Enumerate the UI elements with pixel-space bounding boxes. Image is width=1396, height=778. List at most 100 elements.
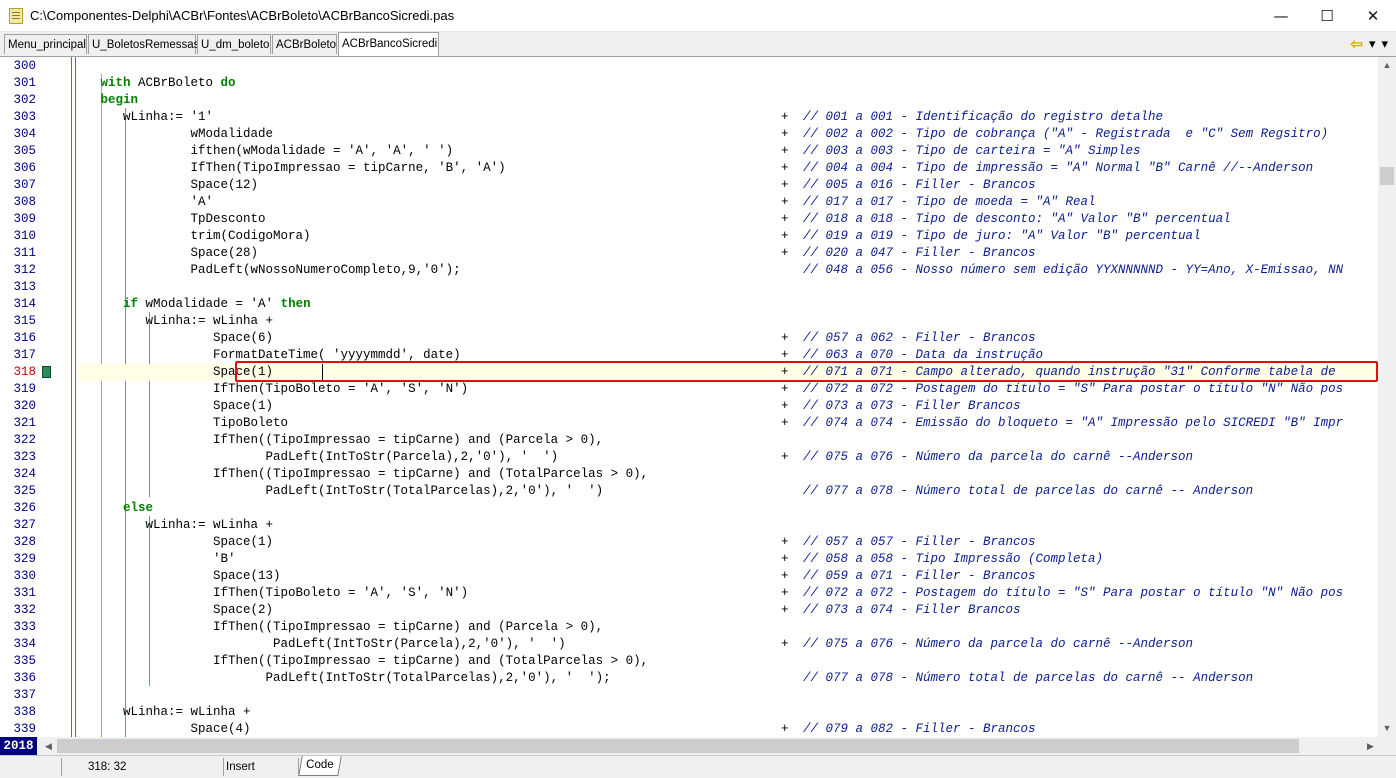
code-line[interactable]: else (78, 500, 1378, 517)
code-line[interactable] (78, 687, 1378, 704)
tab-menu-principal[interactable]: Menu_principal (4, 34, 87, 54)
line-number: 339 (13, 722, 36, 736)
code-line[interactable]: trim(CodigoMora) + // 019 a 019 - Tipo de … (78, 228, 1378, 245)
code-line[interactable] (78, 279, 1378, 296)
code-content: Space(1) (213, 535, 274, 549)
code-line[interactable]: IfThen((TipoImpressao = tipCarne) and (P… (78, 432, 1378, 449)
code-editor[interactable]: 300 301 302 303 304 305 306 307 308 309 310 311 312 3… (0, 57, 1378, 737)
code-line[interactable]: IfThen((TipoImpressao = tipCarne) and (T… (78, 466, 1378, 483)
code-line[interactable]: PadLeft(IntToStr(Parcela),2,'0'), ' ') + /… (78, 636, 1378, 653)
code-text: else (78, 500, 153, 517)
line-number: 323 (13, 450, 36, 464)
code-line[interactable]: if wModalidade = 'A' then (78, 296, 1378, 313)
concat-operator: + (781, 178, 789, 192)
hscroll-thumb[interactable] (57, 739, 1299, 753)
code-line[interactable]: wLinha:= wLinha + (78, 517, 1378, 534)
code-text: with ACBrBoleto do (78, 75, 236, 92)
scroll-thumb[interactable] (1380, 167, 1394, 185)
code-line[interactable]: Space(1) + // 073 a 073 - Filler Brancos (78, 398, 1378, 415)
maximize-button[interactable]: ☐ (1304, 0, 1350, 31)
concat-operator: + (781, 110, 789, 124)
code-text: IfThen((TipoImpressao = tipCarne) and (P… (78, 432, 603, 449)
code-line[interactable]: ifthen(wModalidade = 'A', 'A', ' ') + // 0… (78, 143, 1378, 160)
code-line[interactable]: begin (78, 92, 1378, 109)
code-text: wLinha:= '1' (78, 109, 213, 126)
code-line[interactable]: Space(2) + // 073 a 074 - Filler Brancos (78, 602, 1378, 619)
tab-acbrboleto[interactable]: ACBrBoleto (272, 34, 337, 54)
tab-acbrbancosicredi[interactable]: ACBrBancoSicredi (338, 32, 439, 56)
code-line[interactable]: wLinha:= wLinha + (78, 313, 1378, 330)
scroll-up-icon[interactable]: ▲ (1378, 57, 1396, 74)
line-number: 316 (13, 331, 36, 345)
code-line[interactable]: 'B' + // 058 a 058 - Tipo Impressão (Compl… (78, 551, 1378, 568)
code-comment: // 048 a 056 - Nosso número sem edição Y… (803, 263, 1344, 277)
line-number: 333 (13, 620, 36, 634)
vertical-scrollbar[interactable]: ▲ ▼ (1378, 57, 1396, 737)
code-line[interactable]: Space(6) + // 057 a 062 - Filler - Brancos (78, 330, 1378, 347)
code-comment: // 077 a 078 - Número total de parcelas … (803, 484, 1254, 498)
scroll-down-icon[interactable]: ▼ (1378, 720, 1396, 737)
code-line[interactable]: wLinha:= wLinha + (78, 704, 1378, 721)
minimize-button[interactable]: — (1258, 0, 1304, 31)
code-line[interactable]: TpDesconto + // 018 a 018 - Tipo de descon… (78, 211, 1378, 228)
code-content: TipoBoleto (213, 416, 289, 430)
concat-operator: + (781, 212, 789, 226)
code-content: Space(13) (213, 569, 281, 583)
horizontal-scrollbar[interactable]: 2018 ◀ ▶ (0, 737, 1396, 755)
scroll-right-icon[interactable]: ▶ (1362, 737, 1379, 755)
line-number: 335 (13, 654, 36, 668)
code-comment: // 017 a 017 - Tipo de moeda = "A" Real (803, 195, 1096, 209)
code-line[interactable]: PadLeft(IntToStr(TotalParcelas),2,'0'), … (78, 483, 1378, 500)
code-line[interactable]: Space(28) + // 020 a 047 - Filler - Branco… (78, 245, 1378, 262)
code-line[interactable]: PadLeft(IntToStr(TotalParcelas),2,'0'), … (78, 670, 1378, 687)
code-line[interactable]: IfThen((TipoImpressao = tipCarne) and (T… (78, 653, 1378, 670)
scroll-left-icon[interactable]: ◀ (40, 737, 57, 755)
code-text: IfThen(TipoBoleto = 'A', 'S', 'N') (78, 381, 468, 398)
code-line[interactable]: IfThen(TipoBoleto = 'A', 'S', 'N') + // 07… (78, 381, 1378, 398)
code-line[interactable]: TipoBoleto + // 074 a 074 - Emissão do blo… (78, 415, 1378, 432)
code-text: wLinha:= wLinha + (78, 517, 274, 534)
code-view-tab[interactable]: Code (298, 756, 342, 776)
back-dropdown-icon[interactable]: ▾ (1369, 36, 1376, 52)
code-line[interactable]: PadLeft(wNossoNumeroCompleto,9,'0'); // 0… (78, 262, 1378, 279)
code-comment: // 057 a 062 - Filler - Brancos (803, 331, 1036, 345)
tab-u-dm-boleto[interactable]: U_dm_boleto (197, 34, 271, 54)
code-line[interactable]: with ACBrBoleto do (78, 75, 1378, 92)
code-line[interactable]: Space(4) + // 079 a 082 - Filler - Brancos (78, 721, 1378, 737)
insert-mode: Insert (224, 758, 299, 776)
right-margin-line-2 (75, 57, 76, 737)
code-comment: // 075 a 076 - Número da parcela do carn… (803, 637, 1194, 651)
code-comment: // 001 a 001 - Identificação do registro… (803, 110, 1164, 124)
line-number: 314 (13, 297, 36, 311)
code-line[interactable]: Space(12) + // 005 a 016 - Filler - Branco… (78, 177, 1378, 194)
code-line[interactable]: IfThen(TipoImpressao = tipCarne, 'B', 'A… (78, 160, 1378, 177)
code-line[interactable]: Space(13) + // 059 a 071 - Filler - Branco… (78, 568, 1378, 585)
code-line[interactable]: PadLeft(IntToStr(Parcela),2,'0'), ' ') + /… (78, 449, 1378, 466)
line-number: 304 (13, 127, 36, 141)
navigation-buttons: ⇦ ▾ ▾ (1350, 34, 1388, 54)
back-arrow-icon[interactable]: ⇦ (1350, 35, 1363, 53)
code-line[interactable]: wLinha:= '1' + // 001 a 001 - Identificaçã… (78, 109, 1378, 126)
code-line[interactable]: Space(1) + // 057 a 057 - Filler - Brancos (78, 534, 1378, 551)
close-button[interactable]: ✕ (1350, 0, 1396, 31)
line-number: 337 (13, 688, 36, 702)
bookmark-icon[interactable] (42, 366, 51, 378)
line-number: 318 (13, 365, 36, 379)
line-number: 315 (13, 314, 36, 328)
code-line[interactable]: IfThen((TipoImpressao = tipCarne) and (P… (78, 619, 1378, 636)
tab-u-boletosremessas[interactable]: U_BoletosRemessas (88, 34, 199, 54)
code-line[interactable]: wModalidade + // 002 a 002 - Tipo de cobra… (78, 126, 1378, 143)
forward-dropdown-icon[interactable]: ▾ (1381, 36, 1388, 52)
code-comment: // 059 a 071 - Filler - Brancos (803, 569, 1036, 583)
code-content: wLinha:= '1' (123, 110, 214, 124)
line-number: 301 (13, 76, 36, 90)
code-text: IfThen((TipoImpressao = tipCarne) and (P… (78, 619, 603, 636)
code-line[interactable]: 'A' + // 017 a 017 - Tipo de moeda = "A" R… (78, 194, 1378, 211)
code-content: IfThen(TipoBoleto = 'A', 'S', 'N') (213, 586, 469, 600)
editor-tabs: Menu_principal U_BoletosRemessas U_dm_bo… (0, 32, 1396, 57)
code-line[interactable]: IfThen(TipoBoleto = 'A', 'S', 'N') + // 07… (78, 585, 1378, 602)
window-title: C:\Componentes-Delphi\ACBr\Fontes\ACBrBo… (30, 8, 455, 23)
code-line[interactable] (78, 58, 1378, 75)
code-text: Space(28) (78, 245, 259, 262)
line-number: 321 (13, 416, 36, 430)
